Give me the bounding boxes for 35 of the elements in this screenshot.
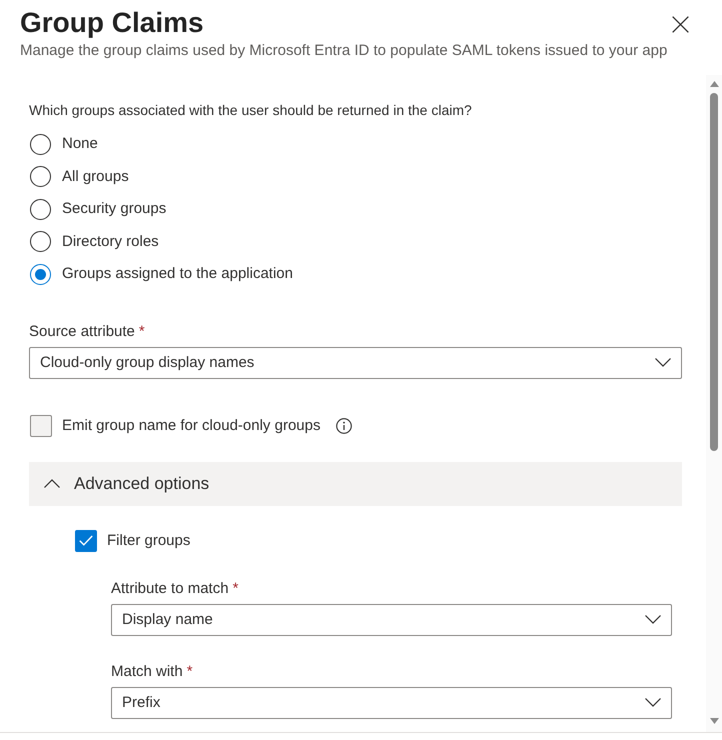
- close-icon: [672, 16, 689, 33]
- radio-label: All groups: [62, 166, 129, 187]
- scroll-thumb[interactable]: [710, 93, 718, 451]
- question-text: Which groups associated with the user should be returned in the claim?: [29, 101, 472, 120]
- chevron-down-icon: [645, 698, 661, 707]
- chevron-down-icon: [645, 615, 661, 624]
- field-label: Source attribute *: [29, 322, 145, 342]
- radio-label: None: [62, 134, 98, 154]
- chevron-up-icon: [44, 479, 60, 488]
- info-icon[interactable]: [336, 418, 352, 434]
- scroll-down-icon[interactable]: [710, 718, 718, 724]
- radio-button[interactable]: [30, 166, 51, 188]
- scroll-up-icon[interactable]: [710, 81, 718, 87]
- checkbox-label: Filter groups: [107, 530, 190, 550]
- dropdown[interactable]: Display name: [111, 604, 672, 636]
- checkbox-label: Emit group name for cloud-only groups: [62, 416, 320, 436]
- checkbox[interactable]: [30, 414, 52, 436]
- panel-title: Group Claims: [20, 6, 204, 40]
- advanced-options-toggle[interactable]: Advanced options: [29, 462, 682, 506]
- radio-label: Directory roles: [62, 232, 159, 252]
- checkbox[interactable]: [75, 530, 97, 552]
- field-label: Attribute to match *: [111, 578, 238, 598]
- chevron-down-icon: [655, 358, 671, 367]
- dropdown[interactable]: Prefix: [111, 686, 672, 718]
- source-attribute-dropdown[interactable]: Cloud-only group display names: [29, 346, 682, 378]
- radio-button[interactable]: [30, 264, 51, 285]
- field-label: Match with *: [111, 662, 193, 682]
- radio-button[interactable]: [30, 134, 51, 155]
- close-button[interactable]: [672, 16, 689, 33]
- panel-subtitle: Manage the group claims used by Microsoft Entra ID to populate SAML tokens issued to your app: [20, 41, 668, 61]
- radio-label: Security groups: [62, 199, 166, 220]
- checkmark-icon: [79, 535, 93, 546]
- radio-button[interactable]: [30, 198, 51, 220]
- radio-button[interactable]: [30, 231, 51, 252]
- radio-label: Groups assigned to the application: [62, 264, 293, 284]
